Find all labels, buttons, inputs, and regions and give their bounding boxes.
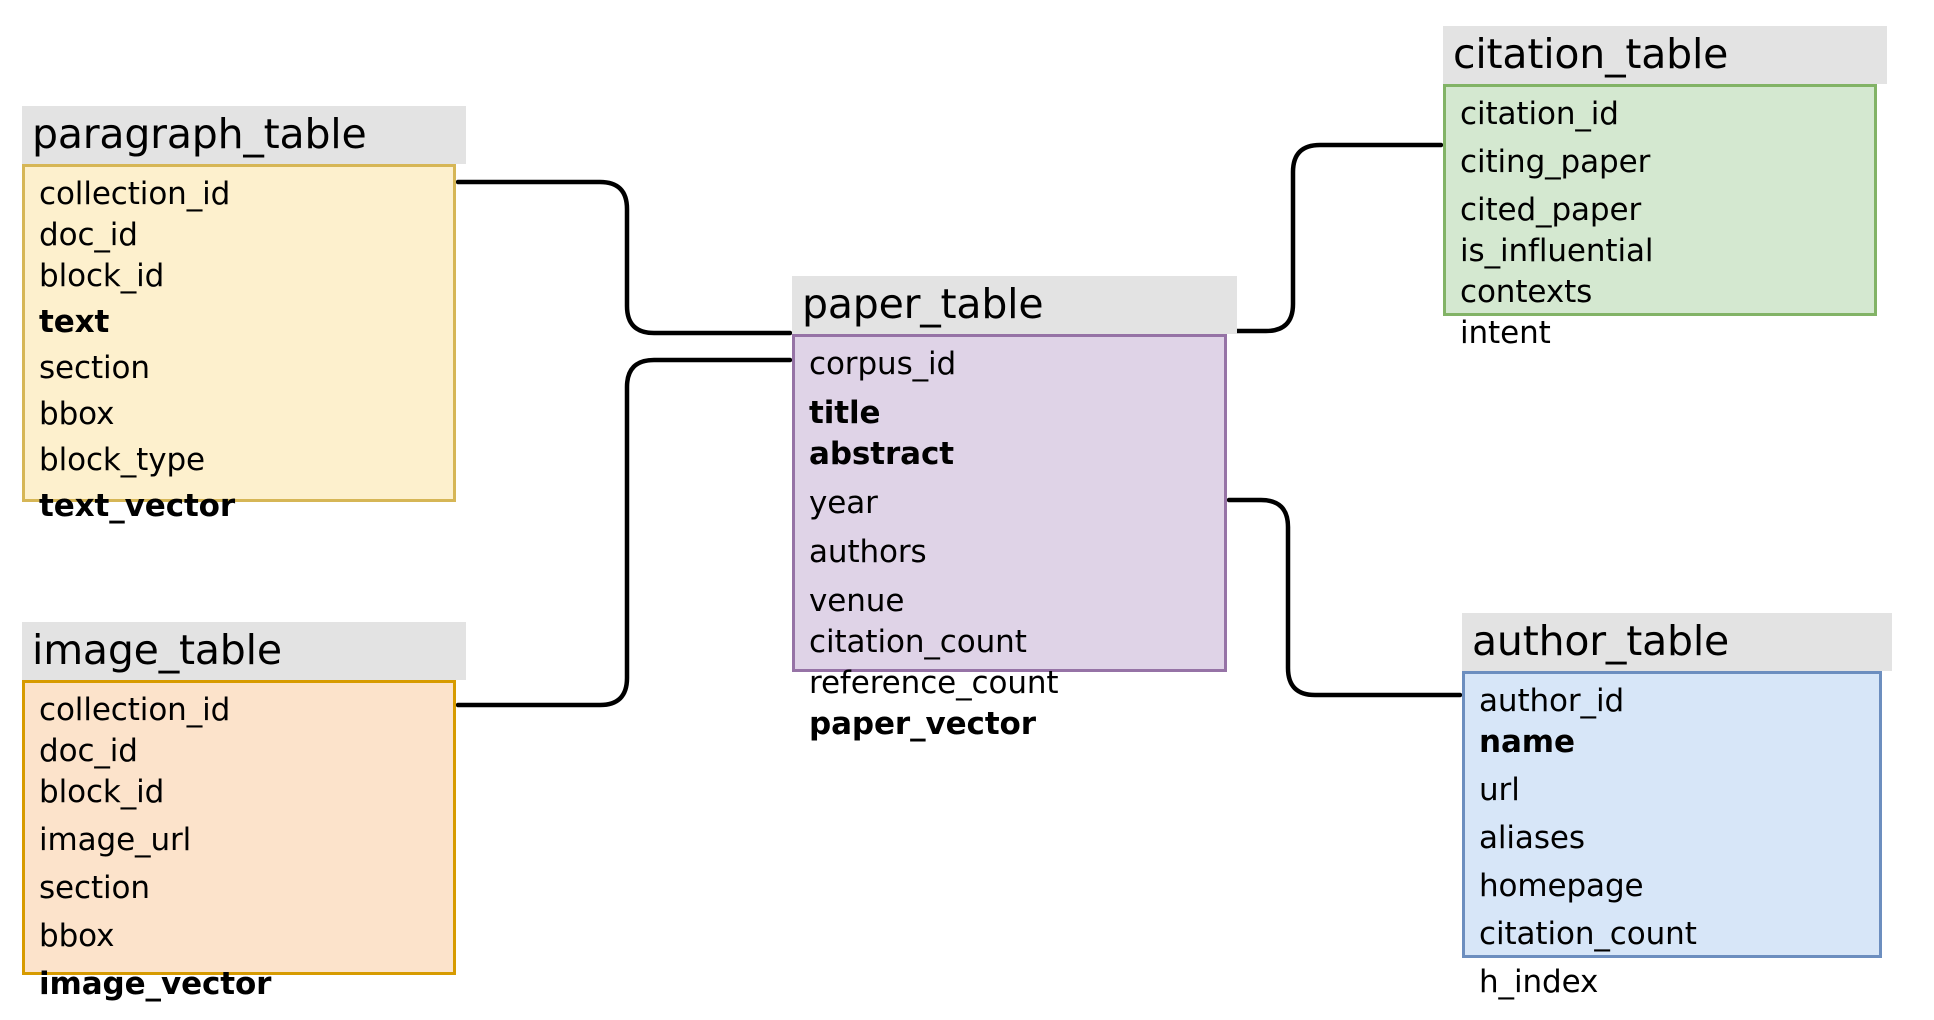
field-row: section (39, 350, 150, 386)
entity-fields-citation-table: citation_id citing_paper cited_paper is_… (1443, 84, 1877, 351)
field-row: citation_count (1479, 916, 1697, 952)
field-row: authors (809, 534, 927, 570)
field-row: citation_count (809, 624, 1027, 660)
entity-title-citation-table: citation_table (1443, 26, 1887, 84)
field-row: aliases (1479, 820, 1585, 856)
field-row: bbox (39, 918, 115, 954)
field-row: url (1479, 772, 1520, 808)
edge-paper-to-citation (1226, 142, 1444, 334)
entity-title-paper-table: paper_table (792, 276, 1237, 334)
field-row: author_id (1479, 683, 1625, 719)
field-row-highlighted: name (1479, 724, 1575, 760)
field-row: corpus_id (809, 346, 957, 382)
field-row: collection_id (39, 692, 231, 728)
edge-paper-to-author (1226, 497, 1463, 698)
edge-image-to-paper (455, 357, 793, 708)
field-row: is_influential (1460, 233, 1654, 269)
field-row: year (809, 485, 878, 521)
field-row: block_type (39, 442, 206, 478)
entity-image-table[interactable]: image_table collection_id doc_id block_i… (22, 622, 466, 1002)
field-row: image_url (39, 822, 192, 858)
entity-paragraph-table[interactable]: paragraph_table collection_id doc_id blo… (22, 106, 466, 524)
field-row-highlighted: abstract (809, 436, 954, 472)
field-row: doc_id (39, 217, 138, 253)
entity-fields-author-table: author_id name url aliases homepage cita… (1462, 671, 1882, 1000)
entity-title-paragraph-table: paragraph_table (22, 106, 466, 164)
field-row: block_id (39, 258, 165, 294)
entity-fields-paper-table: corpus_id title abstract year authors ve… (792, 334, 1227, 742)
field-row: h_index (1479, 964, 1599, 1000)
field-row: reference_count (809, 665, 1059, 701)
field-row: block_id (39, 774, 165, 810)
entity-paper-table[interactable]: paper_table corpus_id title abstract yea… (792, 276, 1237, 742)
entity-title-image-table: image_table (22, 622, 466, 680)
entity-citation-table[interactable]: citation_table citation_id citing_paper … (1443, 26, 1887, 351)
schema-diagram-canvas: paragraph_table collection_id doc_id blo… (0, 0, 1934, 1020)
field-row: venue (809, 583, 905, 619)
field-row: collection_id (39, 176, 231, 212)
field-row: bbox (39, 396, 115, 432)
field-row-highlighted: image_vector (39, 966, 272, 1002)
field-row: citation_id (1460, 96, 1619, 132)
field-row: intent (1460, 315, 1551, 351)
field-row: cited_paper (1460, 192, 1642, 228)
field-row: citing_paper (1460, 144, 1651, 180)
field-row: section (39, 870, 150, 906)
entity-fields-image-table: collection_id doc_id block_id image_url … (22, 680, 456, 1002)
entity-author-table[interactable]: author_table author_id name url aliases … (1462, 613, 1892, 1000)
field-row: contexts (1460, 274, 1593, 310)
entity-title-author-table: author_table (1462, 613, 1892, 671)
field-row-highlighted: title (809, 395, 881, 431)
edge-paragraph-to-paper (455, 179, 793, 336)
field-row-highlighted: text_vector (39, 488, 236, 524)
entity-fields-paragraph-table: collection_id doc_id block_id text secti… (22, 164, 456, 524)
field-row: homepage (1479, 868, 1644, 904)
field-row-highlighted: text (39, 304, 110, 340)
field-row-highlighted: paper_vector (809, 706, 1036, 742)
field-row: doc_id (39, 733, 138, 769)
